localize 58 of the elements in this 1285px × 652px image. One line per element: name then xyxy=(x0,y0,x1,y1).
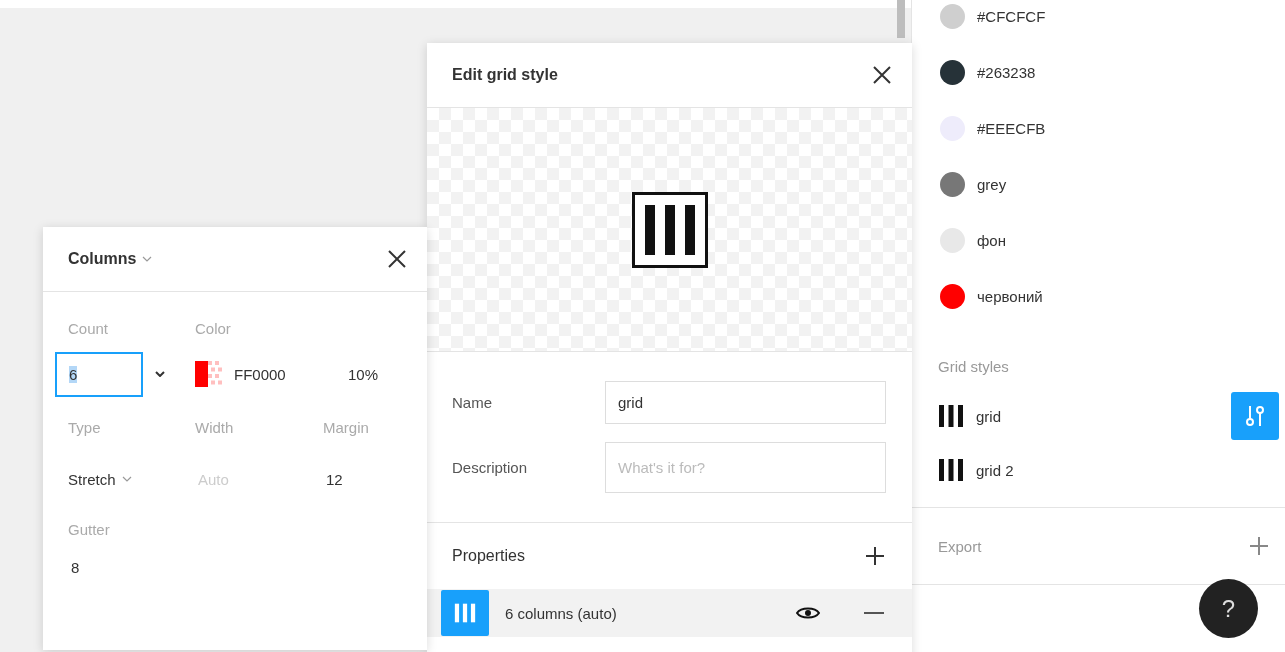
property-label: 6 columns (auto) xyxy=(505,604,618,622)
field-label: Name xyxy=(452,394,493,411)
description-field[interactable]: What's it for? xyxy=(605,442,886,493)
margin-field[interactable]: 12 xyxy=(323,470,413,488)
columns-icon[interactable] xyxy=(441,590,489,636)
remove-icon[interactable] xyxy=(864,611,884,615)
grid-style-icon xyxy=(631,191,708,268)
grid-style-item[interactable]: grid 2 xyxy=(938,443,1279,497)
chevron-down-icon xyxy=(121,476,132,482)
scrollbar xyxy=(897,0,905,38)
field-label: Color xyxy=(195,319,232,337)
grid-style-item[interactable]: grid xyxy=(938,389,1279,443)
section-title: Export xyxy=(938,537,982,555)
color-style-name: фон xyxy=(977,231,1006,249)
field-label: Count xyxy=(68,319,110,337)
color-style-name: червоний xyxy=(977,287,1043,305)
sliders-icon xyxy=(1244,404,1266,428)
color-style-name: #CFCFCF xyxy=(977,7,1046,25)
section-title: Grid styles xyxy=(938,358,1010,375)
opacity-value: 10% xyxy=(347,365,380,383)
field-label: Margin xyxy=(323,418,370,436)
count-dropdown[interactable] xyxy=(155,371,165,377)
count-field[interactable]: 6 xyxy=(55,351,143,397)
color-swatch[interactable] xyxy=(195,361,222,387)
color-style-item[interactable]: #CFCFCF xyxy=(912,0,1285,44)
color-style-item[interactable]: червоний xyxy=(912,268,1285,324)
color-hex: FF0000 xyxy=(234,365,286,383)
close-icon[interactable] xyxy=(872,65,892,85)
color-style-name: #EEECFB xyxy=(977,119,1046,137)
field-label: Description xyxy=(452,459,529,476)
field-label: Type xyxy=(68,418,102,436)
count-value: 6 xyxy=(69,365,78,383)
close-icon[interactable] xyxy=(387,249,407,269)
name-field[interactable]: grid xyxy=(605,381,886,424)
grid-style-name: grid 2 xyxy=(976,461,1014,479)
type-dropdown[interactable]: Stretch xyxy=(68,470,195,488)
color-style-item[interactable]: #263238 xyxy=(912,44,1285,100)
help-button[interactable]: ? xyxy=(1199,579,1258,638)
property-row[interactable]: 6 columns (auto) xyxy=(427,589,912,637)
color-style-name: #263238 xyxy=(977,63,1036,81)
chevron-down-icon xyxy=(142,256,153,262)
gutter-field[interactable]: 8 xyxy=(68,558,195,576)
chevron-down-icon xyxy=(155,371,165,377)
grid-icon xyxy=(938,404,964,428)
section-title: Properties xyxy=(452,547,525,565)
color-style-item[interactable]: grey xyxy=(912,156,1285,212)
visibility-icon[interactable] xyxy=(796,606,820,620)
grid-icon xyxy=(938,458,964,482)
field-label: Width xyxy=(195,418,235,436)
color-style-name: grey xyxy=(977,175,1007,193)
dialog-title: Edit grid style xyxy=(452,66,558,84)
color-style-item[interactable]: #EEECFB xyxy=(912,100,1285,156)
grid-style-name: grid xyxy=(976,407,1001,425)
field-label: Gutter xyxy=(68,520,111,538)
layout-type-dropdown[interactable]: Columns xyxy=(68,250,153,268)
add-icon[interactable] xyxy=(865,546,885,566)
color-style-item[interactable]: фон xyxy=(912,212,1285,268)
edit-style-button[interactable] xyxy=(1231,392,1279,440)
